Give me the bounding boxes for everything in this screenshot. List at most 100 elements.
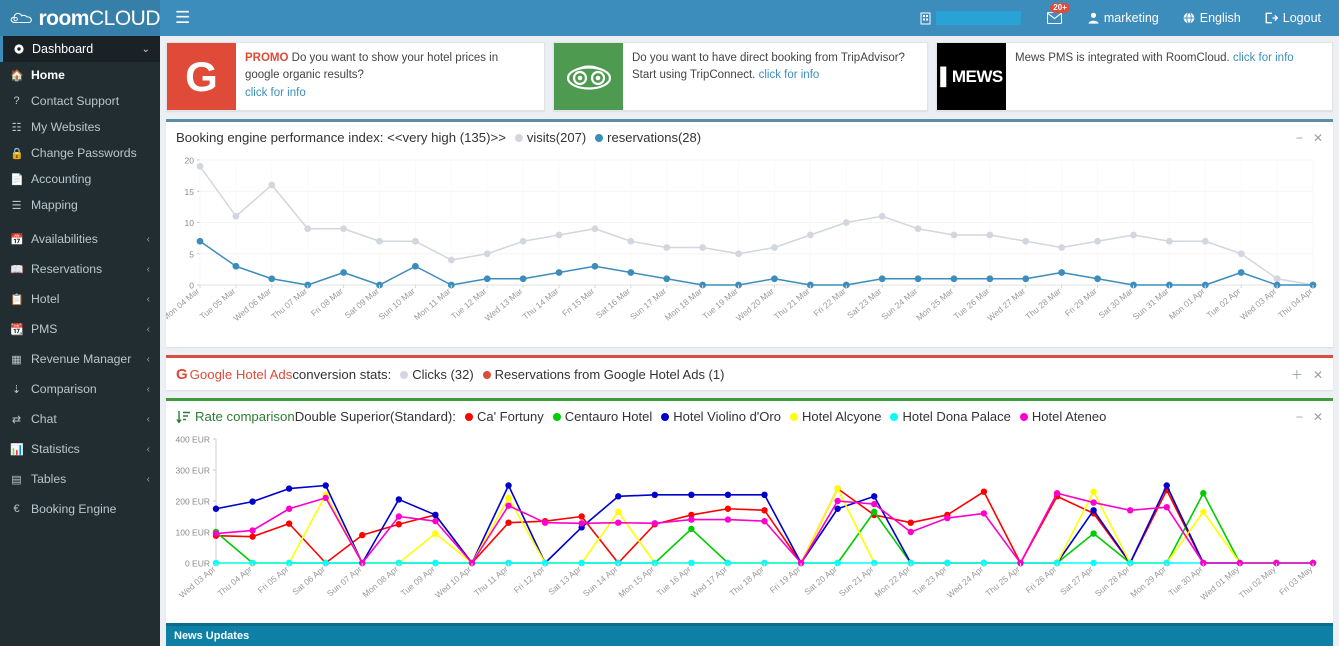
svg-text:300 EUR: 300 EUR	[176, 466, 211, 476]
svg-text:Fri 15 Mar: Fri 15 Mar	[560, 286, 596, 319]
sidebar-item-my-websites[interactable]: ☷ My Websites	[0, 114, 160, 140]
legend-item-visits[interactable]: visits(207)	[515, 130, 586, 145]
svg-text:Thu 18 Apr: Thu 18 Apr	[727, 564, 765, 598]
legend-dot	[661, 413, 669, 421]
svg-text:Wed 01 May: Wed 01 May	[1198, 563, 1241, 602]
chevron-left-icon: ‹	[147, 294, 150, 305]
list-icon: ☰	[10, 199, 23, 212]
sidebar-item-contact-support[interactable]: ? Contact Support	[0, 88, 160, 114]
legend-label: Clicks (32)	[412, 367, 473, 382]
google-g-icon: G	[167, 43, 236, 110]
legend-label: Reservations from Google Hotel Ads (1)	[495, 367, 725, 382]
language-menu[interactable]: English	[1171, 0, 1253, 36]
minimize-icon[interactable]: −	[1296, 132, 1303, 144]
svg-text:Sun 21 Apr: Sun 21 Apr	[837, 564, 876, 599]
sidebar-item-revenue-manager[interactable]: ▦ Revenue Manager ‹	[0, 344, 160, 374]
expand-icon[interactable]: ＋	[1291, 369, 1303, 381]
sidebar-item-change-passwords[interactable]: 🔒 Change Passwords	[0, 140, 160, 166]
svg-text:Thu 04 Apr: Thu 04 Apr	[216, 564, 254, 598]
legend-item-gha-reservations[interactable]: Reservations from Google Hotel Ads (1)	[483, 367, 725, 382]
google-hotel-ads-panel: G Google Hotel Ads conversion stats: Cli…	[166, 355, 1333, 390]
svg-text:Sat 30 Mar: Sat 30 Mar	[1096, 286, 1134, 320]
sidebar-item-label: Availabilities	[31, 232, 98, 246]
brand-logo-area[interactable]: roomCLOUD	[0, 0, 160, 36]
tripadvisor-owl-icon	[554, 43, 623, 110]
legend-dot	[595, 134, 603, 142]
promo-mews[interactable]: ▌MEWS Mews PMS is integrated with RoomCl…	[936, 42, 1333, 111]
hotel-icon	[920, 12, 931, 25]
legend-item-reservations[interactable]: reservations(28)	[595, 130, 701, 145]
user-label: marketing	[1104, 11, 1159, 25]
sidebar-item-label: Reservations	[31, 262, 102, 276]
table-icon: ▤	[10, 473, 23, 486]
svg-text:Wed 10 Apr: Wed 10 Apr	[433, 564, 473, 600]
legend-item-hotel-violino-doro[interactable]: Hotel Violino d'Oro	[661, 409, 781, 424]
news-updates-bar[interactable]: News Updates	[166, 623, 1333, 646]
envelope-icon	[1047, 12, 1062, 24]
sidebar-item-mapping[interactable]: ☰ Mapping	[0, 192, 160, 218]
sidebar-item-home[interactable]: 🏠 Home	[0, 62, 160, 88]
legend-dot	[790, 413, 798, 421]
legend-item-centauro-hotel[interactable]: Centauro Hotel	[553, 409, 652, 424]
svg-text:Tue 09 Apr: Tue 09 Apr	[399, 564, 437, 598]
svg-text:Wed 24 Apr: Wed 24 Apr	[945, 564, 985, 600]
file-icon: 📄	[10, 173, 23, 186]
svg-text:Wed 03 Apr: Wed 03 Apr	[177, 564, 217, 600]
sidebar-item-pms[interactable]: 📆 PMS ‹	[0, 314, 160, 344]
svg-text:5: 5	[189, 249, 194, 259]
chevron-down-icon: ⌄	[142, 44, 150, 55]
minimize-icon[interactable]: −	[1296, 411, 1303, 423]
svg-text:Thu 02 May: Thu 02 May	[1237, 563, 1278, 600]
page-title: Booking engine performance index: <<very…	[176, 130, 506, 145]
sidebar-item-statistics[interactable]: 📊 Statistics ‹	[0, 434, 160, 464]
rate-comparison-chart-svg: 0 EUR100 EUR200 EUR300 EUR400 EURWed 03 …	[166, 431, 1321, 629]
book-icon: 📖	[10, 263, 23, 276]
legend-item-hotel-dona-palace[interactable]: Hotel Dona Palace	[890, 409, 1010, 424]
booking-engine-title-row: Booking engine performance index: <<very…	[176, 130, 701, 145]
sidebar-item-accounting[interactable]: 📄 Accounting	[0, 166, 160, 192]
legend-dot	[553, 413, 561, 421]
sidebar-header-dashboard[interactable]: Dashboard ⌄	[0, 36, 160, 62]
promo-google[interactable]: G PROMO Do you want to show your hotel p…	[166, 42, 545, 111]
rate-comparison-title-row: Rate comparison Double Superior(Standard…	[176, 409, 1106, 424]
svg-text:Tue 16 Apr: Tue 16 Apr	[655, 564, 693, 598]
calendar-alt-icon: 📆	[10, 323, 23, 336]
promo-link[interactable]: click for info	[245, 87, 306, 99]
svg-text:10: 10	[185, 218, 195, 228]
promo-tripadvisor[interactable]: Do you want to have direct booking from …	[553, 42, 928, 111]
legend-item-hotel-alcyone[interactable]: Hotel Alcyone	[790, 409, 882, 424]
close-icon[interactable]: ✕	[1313, 411, 1323, 423]
sidebar-toggle-icon[interactable]: ☰	[160, 0, 205, 36]
close-icon[interactable]: ✕	[1313, 132, 1323, 144]
svg-text:Wed 27 Mar: Wed 27 Mar	[985, 286, 1027, 323]
sidebar-item-chat[interactable]: ⇄ Chat ‹	[0, 404, 160, 434]
svg-text:Fri 22 Mar: Fri 22 Mar	[811, 286, 847, 319]
sidebar-item-hotel[interactable]: 📋 Hotel ‹	[0, 284, 160, 314]
current-hotel-selector[interactable]	[908, 0, 1033, 36]
sidebar-item-comparison[interactable]: ⇣ Comparison ‹	[0, 374, 160, 404]
user-menu[interactable]: marketing	[1076, 0, 1171, 36]
promo-link[interactable]: click for info	[1233, 52, 1294, 64]
messages-menu[interactable]: 20+	[1033, 0, 1076, 36]
sidebar-item-reservations[interactable]: 📖 Reservations ‹	[0, 254, 160, 284]
svg-text:Tue 23 Apr: Tue 23 Apr	[911, 564, 949, 598]
legend-label: Hotel Dona Palace	[902, 409, 1010, 424]
svg-text:Sat 06 Apr: Sat 06 Apr	[290, 564, 327, 597]
promo-tag: PROMO	[245, 52, 288, 64]
close-icon[interactable]: ✕	[1313, 369, 1323, 381]
logout-button[interactable]: Logout	[1253, 0, 1333, 36]
sidebar-item-tables[interactable]: ▤ Tables ‹	[0, 464, 160, 494]
legend-item-hotel-ateneo[interactable]: Hotel Ateneo	[1020, 409, 1106, 424]
svg-text:Sat 16 Mar: Sat 16 Mar	[594, 286, 632, 320]
promo-link[interactable]: click for info	[759, 69, 820, 81]
legend-label: Hotel Ateneo	[1032, 409, 1106, 424]
legend-item-ca-fortuny[interactable]: Ca' Fortuny	[465, 409, 544, 424]
svg-text:Thu 07 Mar: Thu 07 Mar	[269, 286, 309, 322]
svg-text:15: 15	[185, 187, 195, 197]
legend-item-clicks[interactable]: Clicks (32)	[400, 367, 473, 382]
svg-text:Sun 10 Mar: Sun 10 Mar	[377, 286, 417, 322]
sidebar-item-availabilities[interactable]: 📅 Availabilities ‹	[0, 224, 160, 254]
sidebar-item-booking-engine[interactable]: € Booking Engine	[0, 494, 160, 524]
chevron-left-icon: ‹	[147, 444, 150, 455]
svg-text:Sat 27 Apr: Sat 27 Apr	[1058, 564, 1095, 597]
